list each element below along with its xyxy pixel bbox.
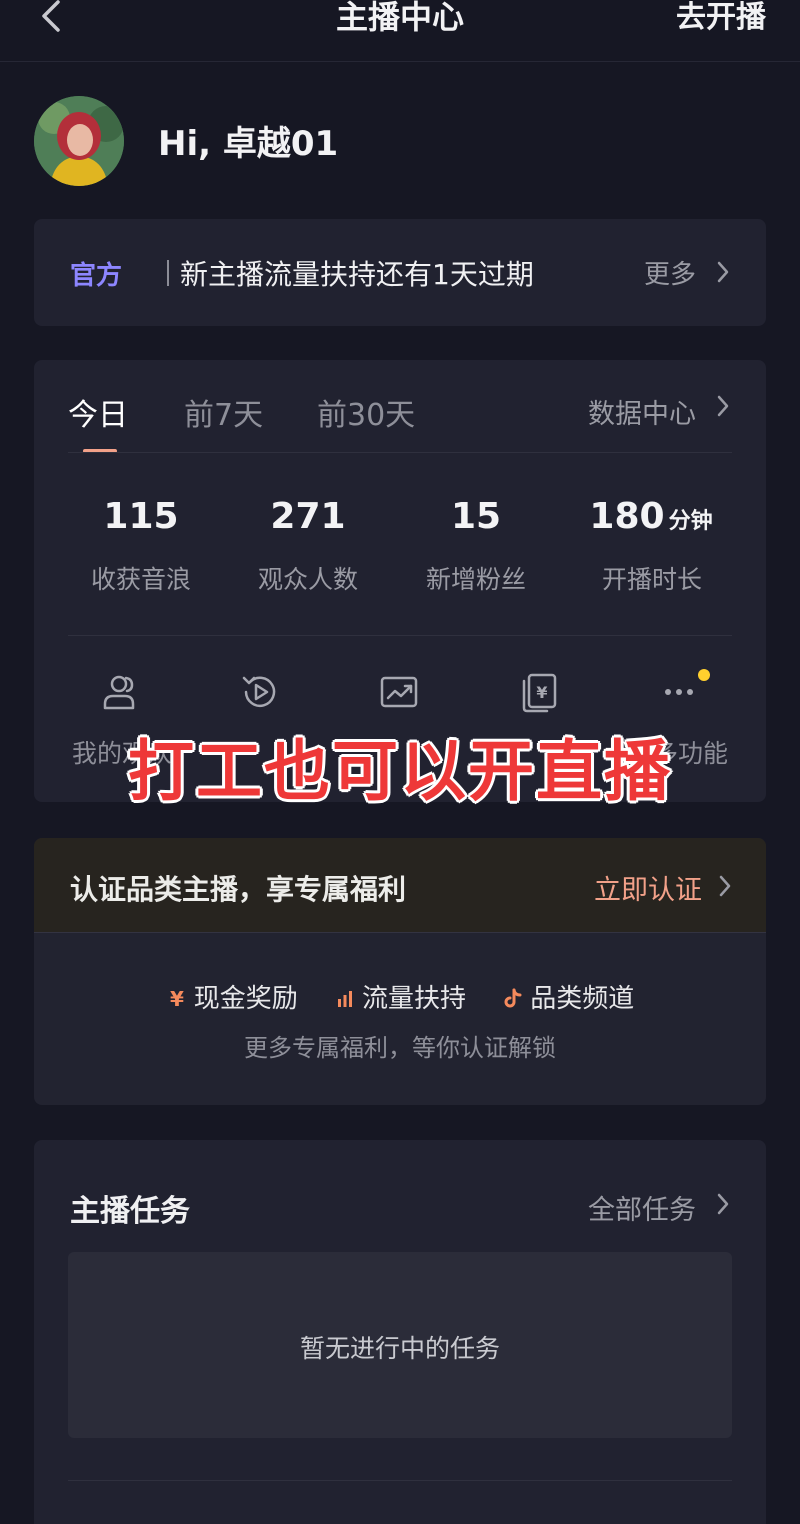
perk-traffic: 流量扶持 [334,978,466,1015]
perk-label: 现金奖励 [193,984,298,1014]
video-caption-overlay: 打工也可以开直播 [128,733,672,810]
tab-today[interactable]: 今日 [68,390,128,434]
official-notice-card[interactable]: 官方 新主播流量扶持还有1天过期 更多 [34,219,766,326]
earnings-button[interactable]: ¥ [474,670,604,714]
metric-unit: 分钟 [668,509,713,534]
metric-value: 15 [450,496,502,537]
tabs-divider [68,452,732,453]
metric-value: 271 [270,496,346,537]
more-icon [665,689,693,695]
go-live-button[interactable]: 去开播 [676,0,766,36]
chevron-right-icon [717,261,729,283]
tiktok-icon [504,988,522,1008]
official-tag: 官方 [70,261,123,291]
audience-icon [103,675,135,710]
notice-text: 新主播流量扶持还有1天过期 [180,258,534,291]
bar-chart-icon [337,991,352,1007]
tasks-title: 主播任务 [70,1194,190,1229]
wallet-icon: ¥ [522,673,557,713]
chart-icon [380,676,418,708]
streamer-tasks-card: 主播任务 全部任务 暂无进行中的任务 [34,1140,766,1524]
metric-label: 开播时长 [601,565,702,594]
replay-icon [242,676,276,708]
my-audience-button[interactable] [56,670,186,714]
certification-title: 认证品类主播，享专属福利 [70,873,407,906]
metric-label: 新增粉丝 [425,565,526,594]
chevron-right-icon [719,875,731,897]
metric-label: 观众人数 [257,565,358,594]
replay-button[interactable] [195,670,325,714]
notice-more-link[interactable]: 更多 [644,254,696,291]
chevron-right-icon [717,395,729,417]
certification-header[interactable]: 认证品类主播，享专属福利 立即认证 [34,838,766,933]
metric-value: 180 分钟 [589,496,713,537]
perks-subtitle: 更多专属福利，等你认证解锁 [244,1034,556,1062]
tasks-divider [68,1480,732,1481]
perks-row: ¥ 现金奖励 流量扶持 品类频道 [34,978,766,1015]
tab-30-days[interactable]: 前30天 [317,390,415,434]
empty-tasks-box: 暂无进行中的任务 [68,1252,732,1438]
avatar-image [34,96,124,186]
data-center-link[interactable]: 数据中心 [588,392,696,431]
perk-label: 流量扶持 [361,984,466,1014]
chevron-right-icon [717,1193,729,1215]
svg-text:¥: ¥ [536,683,547,702]
all-tasks-link[interactable]: 全部任务 [588,1188,696,1227]
metric-value: 115 [103,496,179,537]
perk-label: 品类频道 [530,984,635,1014]
perk-cash: ¥ 现金奖励 [166,978,298,1015]
certify-now-link[interactable]: 立即认证 [594,868,702,907]
perk-channel: 品类频道 [502,978,634,1015]
top-nav-bar: 主播中心 去开播 [0,0,800,62]
certification-card: 认证品类主播，享专属福利 立即认证 ¥ 现金奖励 流量扶持 品类频道 更多专属福… [34,838,766,1105]
more-functions-button[interactable] [614,670,744,714]
stats-divider [68,635,732,636]
yuan-icon: ¥ [170,987,184,1009]
analytics-button[interactable] [334,670,464,714]
metric-label: 收获音浪 [90,565,191,594]
greeting-text: Hi, 卓越01 [158,124,339,164]
empty-tasks-text: 暂无进行中的任务 [299,1334,500,1363]
svg-text:¥: ¥ [170,987,184,1009]
notice-separator [167,260,169,286]
tab-7-days[interactable]: 前7天 [184,390,263,434]
notification-dot [698,669,710,681]
avatar[interactable] [34,96,124,186]
